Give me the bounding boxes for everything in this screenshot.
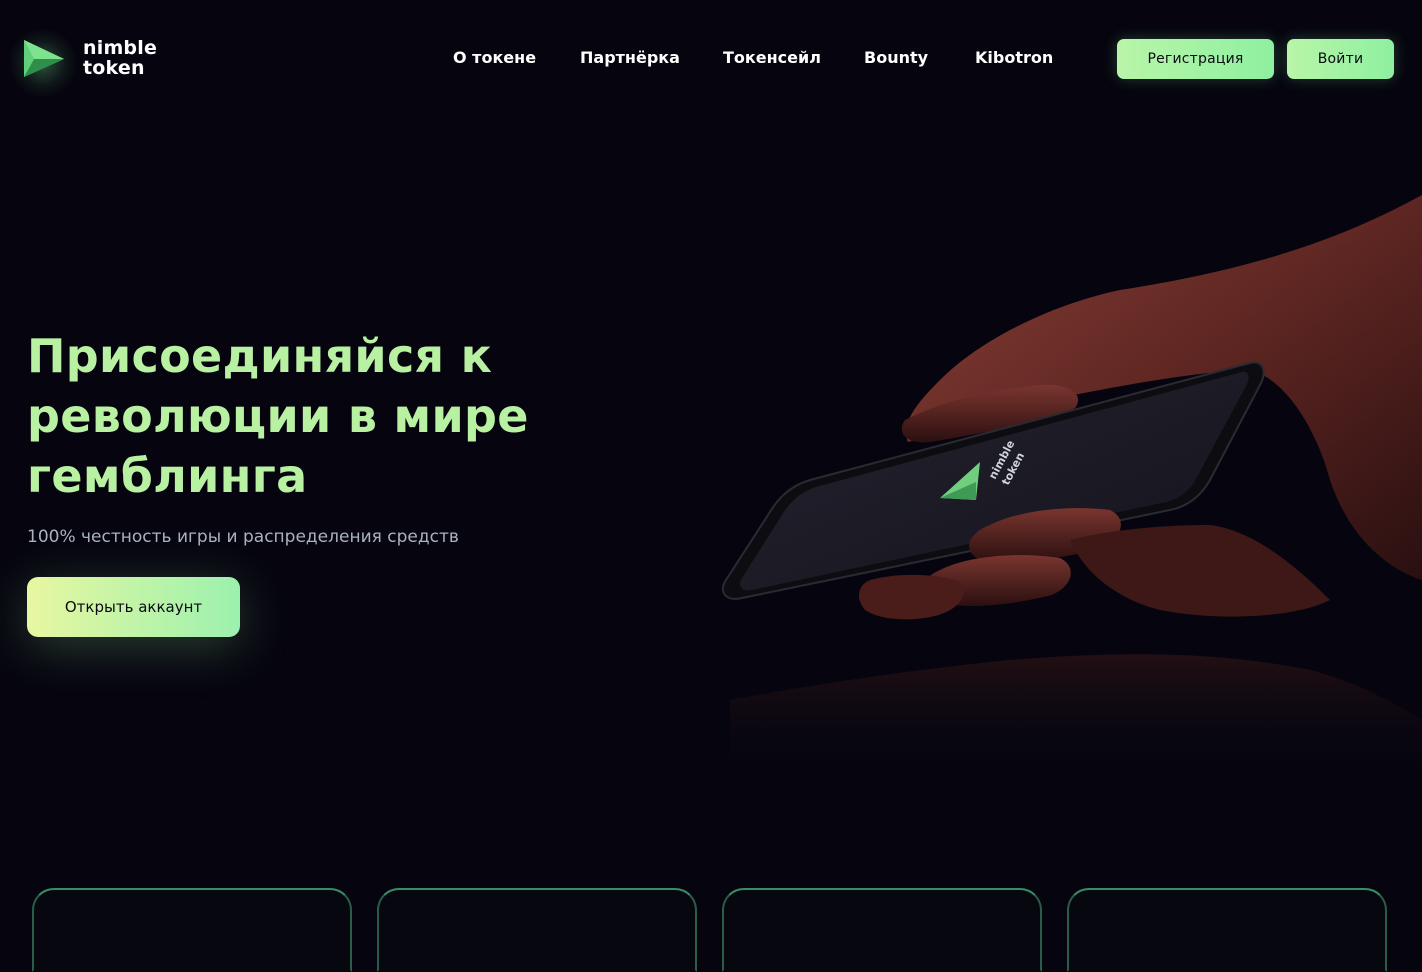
open-account-button[interactable]: Открыть аккаунт bbox=[27, 577, 240, 637]
feature-card bbox=[722, 888, 1042, 972]
hand-phone-illustration: nimble token bbox=[721, 195, 1422, 780]
nav-item-tokensale[interactable]: Токенсейл bbox=[723, 48, 821, 67]
register-button[interactable]: Регистрация bbox=[1117, 39, 1274, 79]
nav-item-bounty[interactable]: Bounty bbox=[864, 48, 928, 67]
logo-line-2: token bbox=[83, 57, 145, 79]
logo[interactable]: nimble token bbox=[8, 28, 157, 98]
feature-card bbox=[32, 888, 352, 972]
login-button[interactable]: Войти bbox=[1287, 39, 1394, 79]
hero-subtitle: 100% честность игры и распределения сред… bbox=[27, 527, 459, 547]
logo-wordmark: nimble token bbox=[83, 38, 157, 78]
nav-item-about-token[interactable]: О токене bbox=[453, 48, 536, 67]
feature-card bbox=[377, 888, 697, 972]
feature-card bbox=[1067, 888, 1387, 972]
hero-title: Присоединяйся к революции в мире гемблин… bbox=[27, 329, 529, 503]
play-triangle-icon bbox=[24, 40, 64, 77]
nav-item-kibotron[interactable]: Kibotron bbox=[975, 48, 1053, 67]
nav-item-partner[interactable]: Партнёрка bbox=[580, 48, 680, 67]
logo-line-1: nimble bbox=[83, 37, 158, 59]
